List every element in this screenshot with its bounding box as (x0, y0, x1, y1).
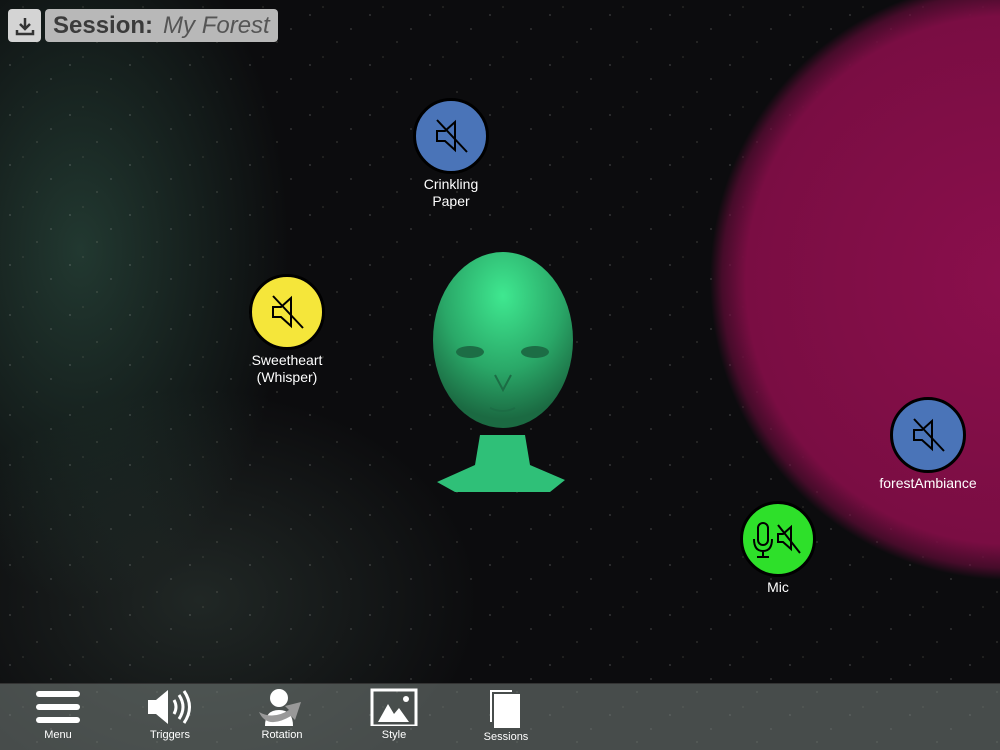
style-label: Style (381, 729, 407, 741)
node-label: forestAmbiance (879, 475, 977, 491)
style-button[interactable]: Style (354, 688, 434, 741)
listener-head[interactable] (425, 250, 580, 500)
rotation-label: Rotation (261, 729, 303, 741)
session-label: Session: (53, 11, 154, 39)
session-name: My Forest (163, 11, 270, 39)
node-label: Mic (767, 579, 789, 595)
planet-background (700, 0, 1000, 580)
mute-icon[interactable] (413, 98, 489, 174)
triggers-label: Triggers (150, 729, 190, 741)
sound-node-sweetheart[interactable]: Sweetheart (Whisper) (222, 274, 352, 386)
sound-node-mic[interactable]: Mic (713, 501, 843, 596)
mic-mute-icon[interactable] (740, 501, 816, 577)
bottom-toolbar: Menu Triggers Rotation Style Sessions (0, 683, 1000, 750)
download-icon (15, 17, 34, 35)
sessions-button[interactable]: Sessions (466, 688, 546, 743)
session-title[interactable]: Session: My Forest (45, 9, 278, 42)
mute-icon[interactable] (249, 274, 325, 350)
hamburger-icon (36, 691, 80, 723)
rotation-icon (259, 689, 301, 726)
sessions-label: Sessions (483, 731, 529, 743)
triggers-button[interactable]: Triggers (130, 688, 210, 741)
menu-button[interactable]: Menu (18, 688, 98, 741)
sound-node-forest-ambiance[interactable]: forestAmbiance (863, 397, 993, 492)
documents-icon (490, 690, 520, 728)
speaker-icon (148, 690, 191, 724)
mute-icon[interactable] (890, 397, 966, 473)
node-label: Sweetheart (Whisper) (251, 352, 323, 385)
rotation-button[interactable]: Rotation (242, 688, 322, 741)
sound-node-crinkling-paper[interactable]: Crinkling Paper (386, 98, 516, 210)
image-icon (370, 688, 418, 726)
node-label: Crinkling Paper (423, 176, 479, 209)
menu-label: Menu (44, 729, 72, 741)
download-button[interactable] (8, 9, 41, 42)
